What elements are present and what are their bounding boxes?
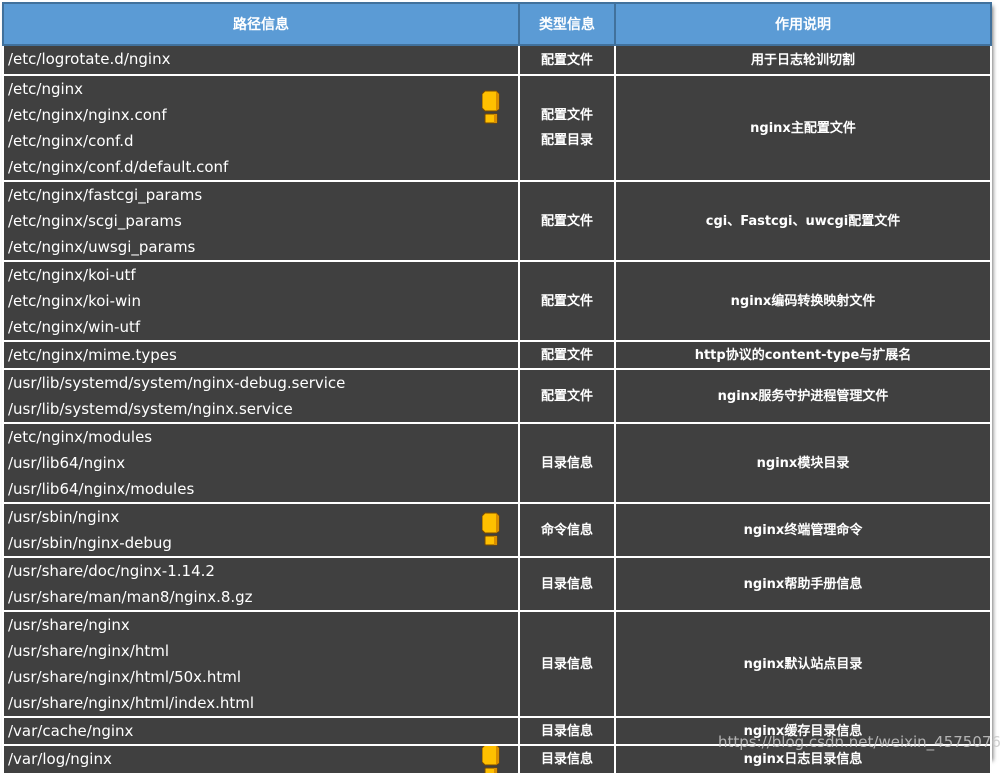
table-row: /usr/share/nginx /usr/share/nginx/html /… [2, 610, 992, 718]
description-cell: cgi、Fastcgi、uwcgi配置文件 [614, 180, 992, 262]
path-text: /etc/nginx/conf.d [8, 132, 134, 150]
table-row: /etc/nginx/koi-utf /etc/nginx/koi-win /e… [2, 260, 992, 342]
type-text: 配置文件 [540, 293, 593, 309]
path-cell: /etc/nginx/koi-utf /etc/nginx/koi-win /e… [2, 260, 520, 342]
path-text: /usr/share/nginx/html/50x.html [8, 668, 241, 686]
path-text: /etc/nginx/modules [8, 428, 153, 446]
path-cell: /var/log/nginx [2, 744, 520, 775]
type-text: 配置文件 [540, 347, 593, 363]
table-row: /usr/share/doc/nginx-1.14.2 /usr/share/m… [2, 556, 992, 612]
path-cell: /etc/nginx/fastcgi_params /etc/nginx/scg… [2, 180, 520, 262]
path-text: /etc/nginx/koi-utf [8, 266, 136, 284]
table-row: /etc/nginx/mime.types 配置文件 http协议的conten… [2, 340, 992, 370]
description-cell: nginx缓存目录信息 [614, 716, 992, 746]
path-text: /etc/nginx/win-utf [8, 318, 141, 336]
exclamation-warning-icon [482, 90, 500, 124]
path-text: /etc/nginx [8, 80, 84, 98]
exclamation-warning-icon [482, 747, 500, 772]
type-text: 目录信息 [540, 656, 593, 672]
type-cell: 配置文件 [518, 368, 616, 424]
type-cell: 配置文件 [518, 260, 616, 342]
table-header-row: 路径信息 类型信息 作用说明 [2, 2, 992, 46]
type-cell: 命令信息 [518, 502, 616, 558]
type-text: 配置文件 [540, 108, 593, 123]
table-row: /var/log/nginx 目录信息 nginx日志目录信息 [2, 744, 992, 775]
table-row: /etc/nginx/modules /usr/lib64/nginx /usr… [2, 422, 992, 504]
type-text: 配置目录 [540, 133, 593, 148]
path-text: /usr/sbin/nginx [8, 508, 120, 526]
table-row: /etc/nginx /etc/nginx/nginx.conf /etc/ng… [2, 74, 992, 182]
description-cell: 用于日志轮训切割 [614, 44, 992, 76]
path-cell: /usr/lib/systemd/system/nginx-debug.serv… [2, 368, 520, 424]
path-text: /var/cache/nginx [8, 722, 134, 740]
path-cell: /usr/sbin/nginx /usr/sbin/nginx-debug [2, 502, 520, 558]
type-cell: 配置文件 [518, 180, 616, 262]
description-cell: nginx模块目录 [614, 422, 992, 504]
description-cell: nginx日志目录信息 [614, 744, 992, 775]
path-text: /usr/lib64/nginx/modules [8, 480, 195, 498]
type-text: 配置文件 [540, 388, 593, 404]
type-cell: 配置文件 [518, 44, 616, 76]
description-cell: http协议的content-type与扩展名 [614, 340, 992, 370]
path-text: /usr/lib64/nginx [8, 454, 126, 472]
path-text: /usr/share/nginx/html [8, 642, 170, 660]
path-text: /etc/nginx/mime.types [8, 346, 177, 364]
type-text: 命令信息 [540, 522, 593, 538]
type-cell: 目录信息 [518, 610, 616, 718]
type-cell: 目录信息 [518, 422, 616, 504]
header-description: 作用说明 [614, 2, 992, 46]
table-row: /etc/nginx/fastcgi_params /etc/nginx/scg… [2, 180, 992, 262]
path-text: /usr/share/nginx [8, 616, 130, 634]
path-text: /usr/sbin/nginx-debug [8, 534, 172, 552]
path-text: /etc/nginx/scgi_params [8, 212, 182, 230]
path-cell: /etc/nginx/mime.types [2, 340, 520, 370]
path-text: /etc/nginx/koi-win [8, 292, 141, 310]
description-cell: nginx编码转换映射文件 [614, 260, 992, 342]
description-cell: nginx终端管理命令 [614, 502, 992, 558]
description-cell: nginx帮助手册信息 [614, 556, 992, 612]
path-text: /usr/share/nginx/html/index.html [8, 694, 255, 712]
nginx-file-table-container: 路径信息 类型信息 作用说明 /etc/logrotate.d/nginx 配置… [2, 2, 992, 775]
path-text: /etc/nginx/conf.d/default.conf [8, 158, 229, 176]
type-cell: 目录信息 [518, 716, 616, 746]
table-row: /usr/lib/systemd/system/nginx-debug.serv… [2, 368, 992, 424]
path-text: /usr/lib/systemd/system/nginx-debug.serv… [8, 374, 346, 392]
description-cell: nginx主配置文件 [614, 74, 992, 182]
path-text: /etc/nginx/fastcgi_params [8, 186, 203, 204]
table-row: /etc/logrotate.d/nginx 配置文件 用于日志轮训切割 [2, 44, 992, 76]
path-text: /etc/nginx/uwsgi_params [8, 238, 196, 256]
path-text: /usr/share/doc/nginx-1.14.2 [8, 562, 215, 580]
type-text: 目录信息 [540, 455, 593, 471]
nginx-file-table: 路径信息 类型信息 作用说明 /etc/logrotate.d/nginx 配置… [2, 2, 992, 775]
type-text: 配置文件 [540, 213, 593, 229]
type-text: 目录信息 [540, 723, 593, 739]
type-text: 目录信息 [540, 576, 593, 592]
header-type-info: 类型信息 [518, 2, 616, 46]
type-cell: 配置文件 [518, 340, 616, 370]
path-text: /etc/logrotate.d/nginx [8, 50, 171, 68]
path-cell: /var/cache/nginx [2, 716, 520, 746]
path-text: /usr/lib/systemd/system/nginx.service [8, 400, 293, 418]
path-cell: /etc/logrotate.d/nginx [2, 44, 520, 76]
path-cell: /etc/nginx/modules /usr/lib64/nginx /usr… [2, 422, 520, 504]
path-text: /etc/nginx/nginx.conf [8, 106, 167, 124]
type-text: 配置文件 [540, 52, 593, 68]
table-row: /usr/sbin/nginx /usr/sbin/nginx-debug 命令… [2, 502, 992, 558]
path-text: /usr/share/man/man8/nginx.8.gz [8, 588, 253, 606]
path-text: /var/log/nginx [8, 750, 112, 768]
path-cell: /usr/share/nginx /usr/share/nginx/html /… [2, 610, 520, 718]
header-path-info: 路径信息 [2, 2, 520, 46]
type-cell: 目录信息 [518, 744, 616, 775]
description-cell: nginx默认站点目录 [614, 610, 992, 718]
type-cell: 目录信息 [518, 556, 616, 612]
path-cell: /usr/share/doc/nginx-1.14.2 /usr/share/m… [2, 556, 520, 612]
type-cell: 配置文件 配置目录 [518, 74, 616, 182]
description-cell: nginx服务守护进程管理文件 [614, 368, 992, 424]
type-text: 目录信息 [540, 752, 593, 767]
path-cell: /etc/nginx /etc/nginx/nginx.conf /etc/ng… [2, 74, 520, 182]
table-row: /var/cache/nginx 目录信息 nginx缓存目录信息 [2, 716, 992, 746]
exclamation-warning-icon [482, 512, 500, 546]
